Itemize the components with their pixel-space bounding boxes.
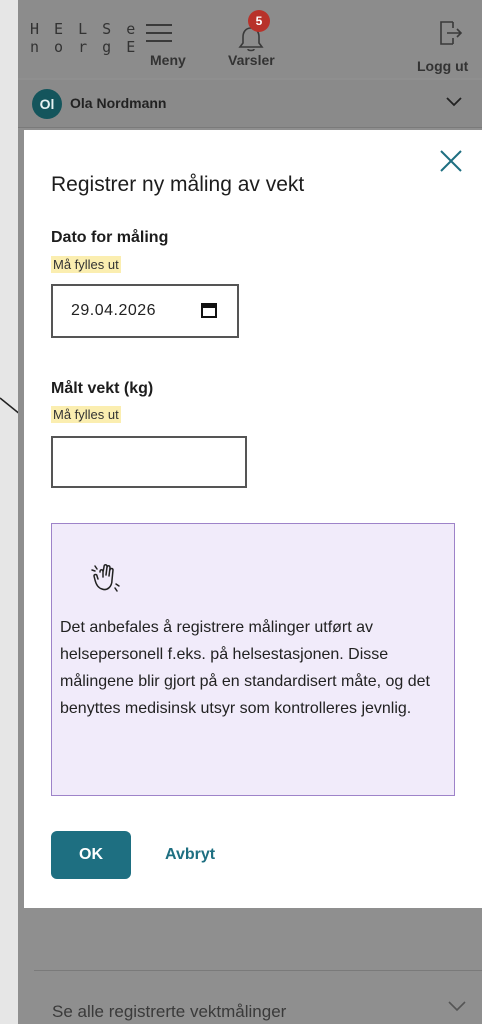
date-field[interactable]: 29.04.2026 <box>51 284 239 338</box>
weight-required-hint: Må fylles ut <box>51 406 121 423</box>
logo-line-2: n o r g E <box>30 38 139 56</box>
weight-input[interactable] <box>51 436 247 488</box>
close-icon[interactable] <box>438 148 464 174</box>
notifications-label: Varsler <box>228 52 275 68</box>
menu-label: Meny <box>150 52 186 68</box>
date-required-hint: Må fylles ut <box>51 256 121 273</box>
menu-button[interactable]: Meny <box>146 18 206 70</box>
user-selector[interactable]: Ol Ola Nordmann <box>18 80 482 128</box>
logout-button[interactable]: Logg ut <box>413 14 479 74</box>
date-field-label: Dato for måling <box>51 229 169 246</box>
left-margin <box>0 0 18 1024</box>
cancel-button[interactable]: Avbryt <box>165 846 215 864</box>
chevron-down-icon <box>446 97 462 107</box>
info-text: Det anbefales å registrere målinger utfø… <box>60 619 430 717</box>
waving-hand-icon <box>91 564 120 592</box>
logo-line-1: H E L S e <box>30 20 139 38</box>
avatar: Ol <box>32 89 62 119</box>
chevron-down-icon[interactable] <box>448 1000 466 1012</box>
divider <box>34 970 482 971</box>
user-name: Ola Nordmann <box>70 95 167 111</box>
dialog-title: Registrer ny måling av vekt <box>51 173 305 196</box>
calendar-icon[interactable] <box>201 302 217 318</box>
register-weight-dialog: Registrer ny måling av vekt Dato for mål… <box>24 130 482 908</box>
date-value: 29.04.2026 <box>71 302 157 319</box>
see-all-measurements-link[interactable]: Se alle registrerte vektmålinger <box>52 1002 286 1022</box>
notifications-button[interactable]: 5 Varsler <box>226 4 296 74</box>
helsenorge-logo[interactable]: H E L S e n o r g E <box>30 20 138 56</box>
top-header: H E L S e n o r g E Meny 5 Varsler Logg … <box>18 0 482 78</box>
ok-button[interactable]: OK <box>51 831 131 879</box>
notification-count-badge: 5 <box>248 10 270 32</box>
weight-field-label: Målt vekt (kg) <box>51 380 154 397</box>
logout-label: Logg ut <box>417 58 469 74</box>
hamburger-icon <box>146 24 172 42</box>
info-box: Det anbefales å registrere målinger utfø… <box>51 523 455 796</box>
logout-icon <box>440 21 463 45</box>
